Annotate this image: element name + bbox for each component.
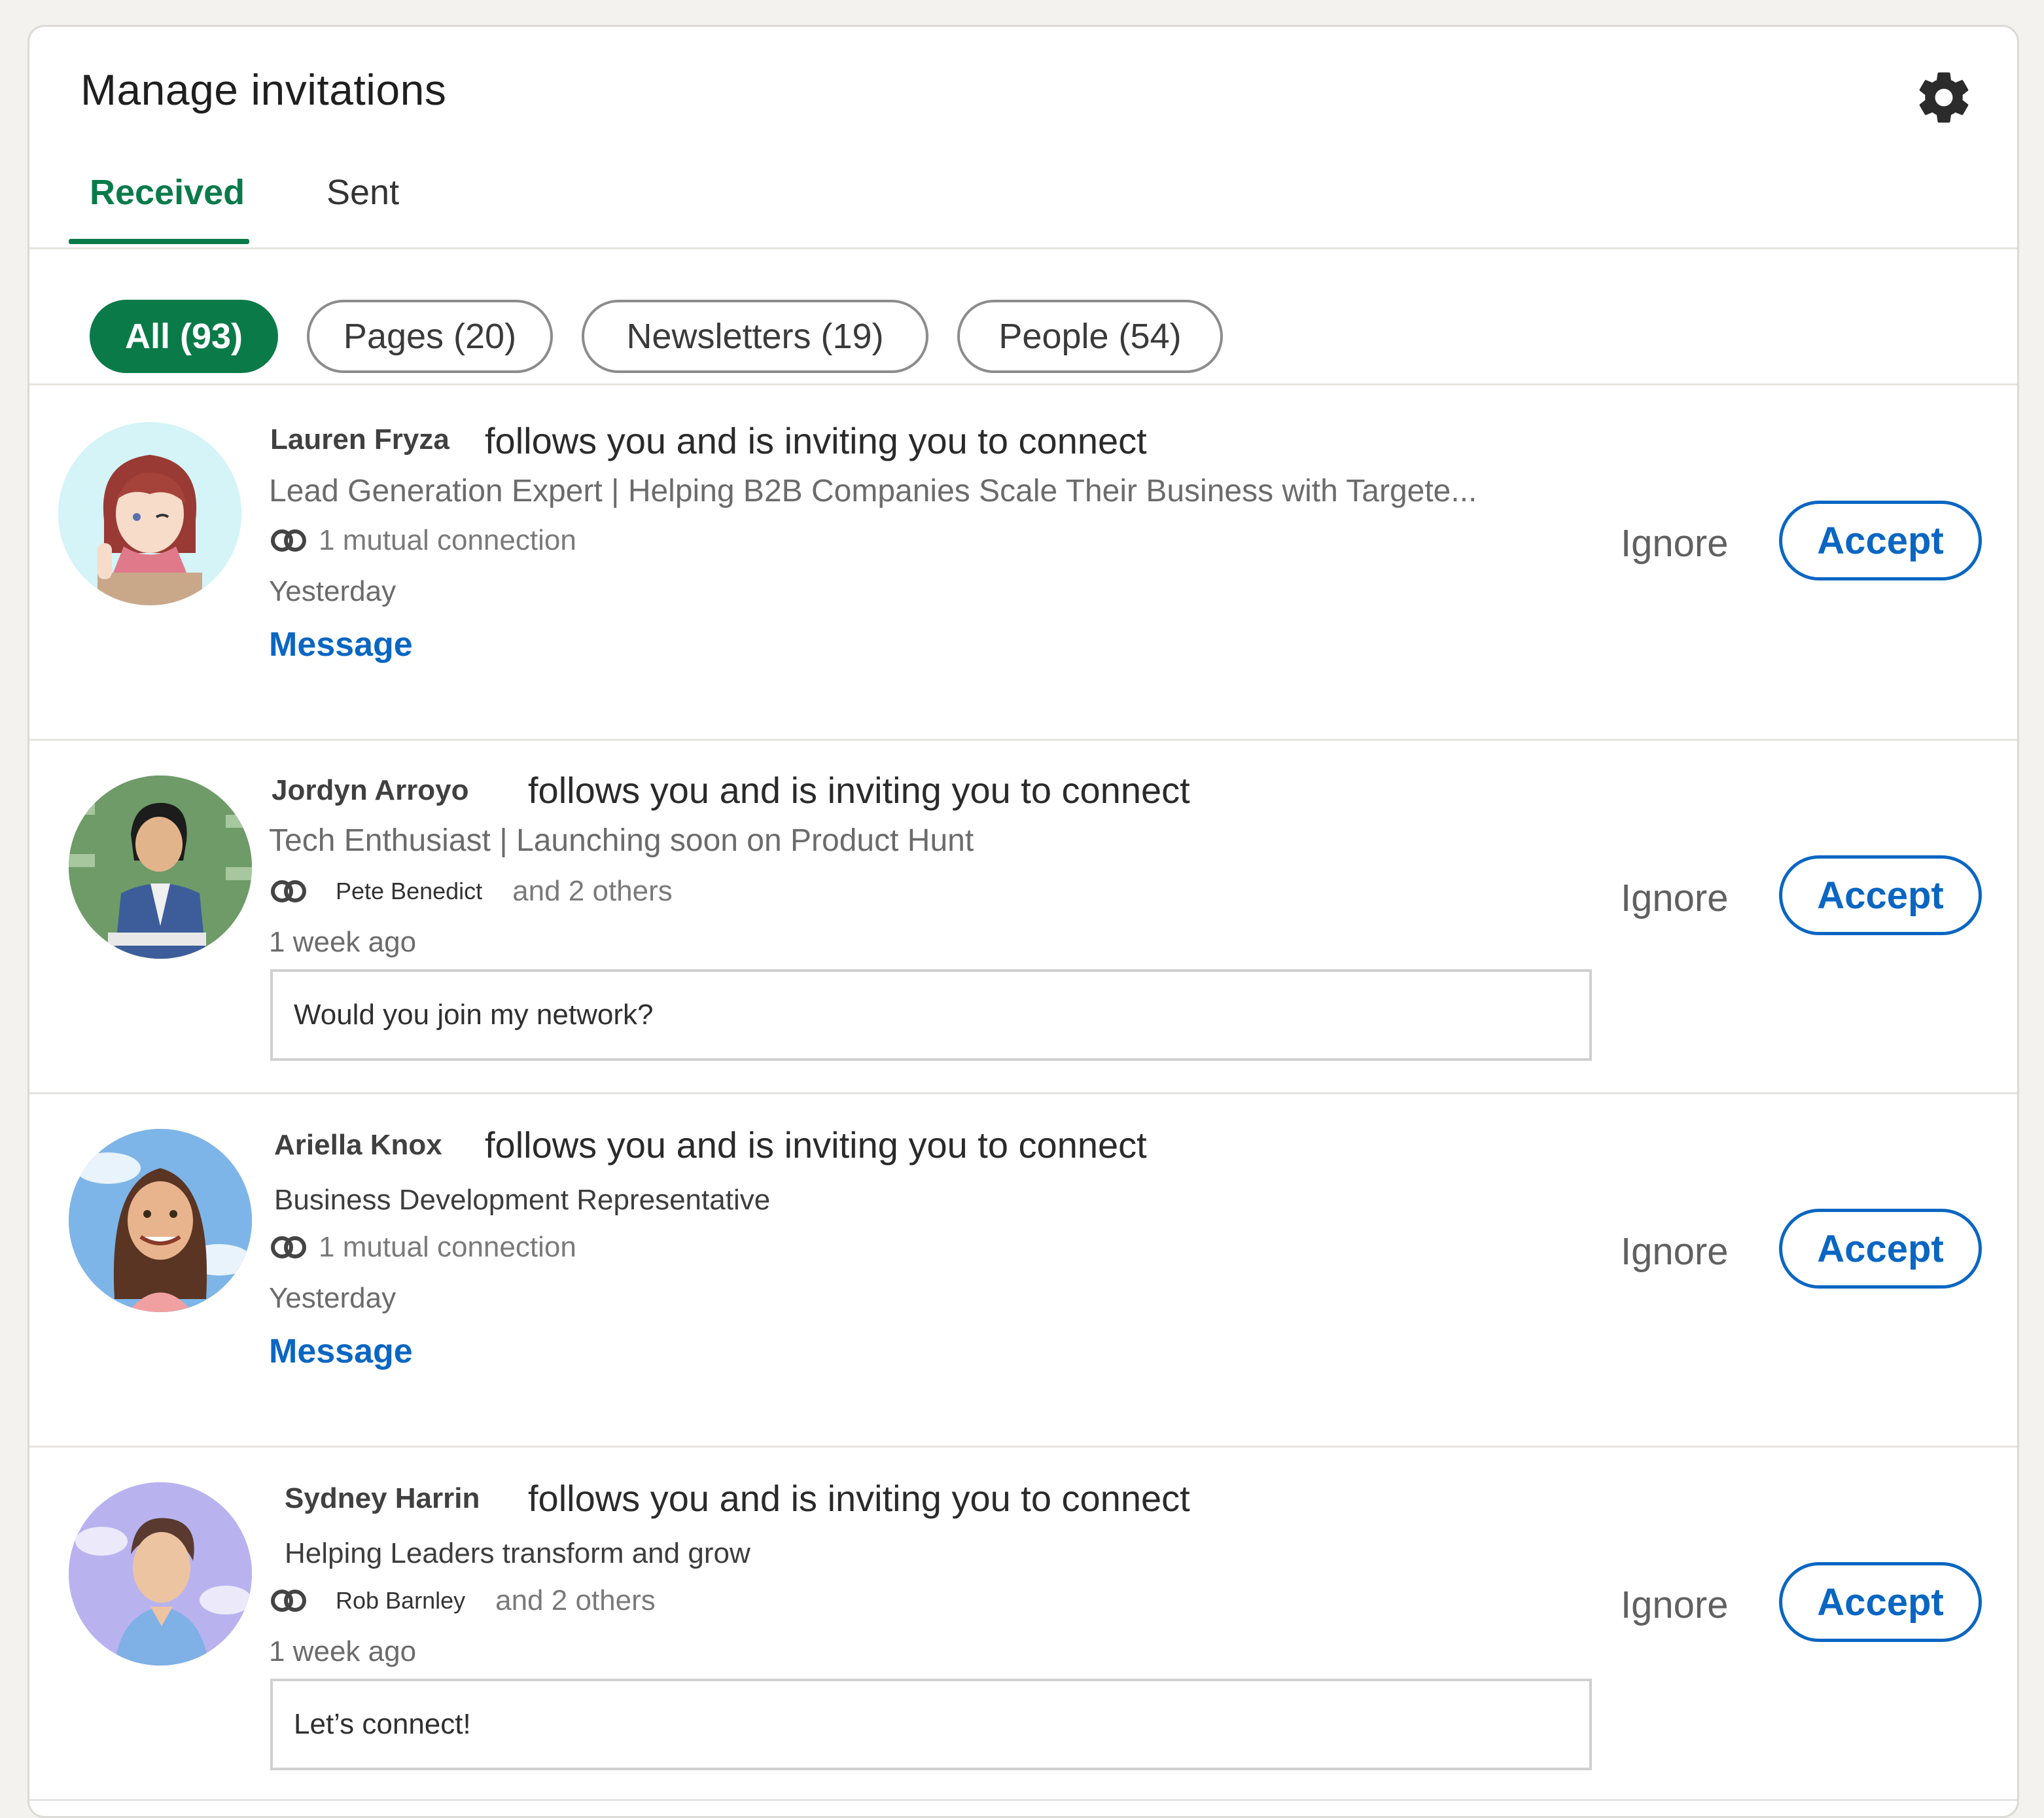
invitation-action-text: follows you and is inviting you to conne…: [528, 1478, 1190, 1519]
invitation-time: 1 week ago: [269, 1635, 417, 1667]
ignore-button[interactable]: Ignore: [1621, 876, 1728, 920]
accept-button[interactable]: Accept: [1779, 855, 1982, 935]
invitee-name[interactable]: Lauren Fryza: [270, 423, 449, 456]
invitations-card: Manage invitations Received Sent All (93…: [27, 25, 2019, 1818]
ignore-button[interactable]: Ignore: [1621, 1230, 1728, 1274]
invitee-headline: Lead Generation Expert | Helping B2B Com…: [269, 474, 1477, 508]
invitee-headline: Helping Leaders transform and grow: [285, 1537, 750, 1569]
invitee-name[interactable]: Ariella Knox: [274, 1129, 442, 1162]
mutual-connections-icon: [271, 1590, 306, 1612]
mutual-connections[interactable]: 1 mutual connection: [269, 524, 576, 557]
message-button[interactable]: Message: [269, 1332, 413, 1371]
invitation-action-text: follows you and is inviting you to conne…: [485, 420, 1147, 461]
invitations-header: Manage invitations Received Sent: [29, 27, 2017, 249]
invitation-action-text: follows you and is inviting you to conne…: [485, 1124, 1147, 1166]
avatar[interactable]: [69, 1482, 252, 1666]
avatar-illustration: [69, 1129, 252, 1312]
invitation-time: 1 week ago: [269, 926, 417, 958]
tab-received[interactable]: Received: [90, 172, 245, 213]
mutual-connections-text: 1 mutual connection: [319, 1231, 576, 1263]
accept-button[interactable]: Accept: [1779, 501, 1982, 580]
gear-icon[interactable]: [1914, 67, 1974, 128]
tab-sent[interactable]: Sent: [326, 172, 399, 213]
active-tab-indicator: [69, 239, 249, 244]
filter-all[interactable]: All (93): [90, 300, 278, 373]
filter-pages[interactable]: Pages (20): [307, 300, 553, 373]
mutual-connections-text: 1 mutual connection: [319, 524, 576, 556]
avatar-illustration: [69, 775, 252, 959]
invitation-row: Ariella Knox follows you and is inviting…: [29, 1092, 2017, 1448]
mutual-connections[interactable]: Pete Benedict and 2 others: [269, 875, 673, 908]
avatar[interactable]: [69, 775, 252, 959]
page-title: Manage invitations: [80, 65, 447, 114]
invitee-name[interactable]: Sydney Harrin: [285, 1482, 480, 1515]
invitation-time: Yesterday: [269, 1282, 396, 1314]
mutual-connections-icon: [271, 529, 306, 552]
filter-bar: All (93) Pages (20) Newsletters (19) Peo…: [29, 247, 2017, 385]
avatar[interactable]: [58, 422, 241, 605]
accept-button[interactable]: Accept: [1779, 1562, 1982, 1642]
filter-people[interactable]: People (54): [957, 300, 1223, 373]
mutual-connections-icon: [271, 880, 306, 902]
mutual-connections-text: and 2 others: [495, 1584, 656, 1616]
invitation-note: Let’s connect!: [270, 1679, 1592, 1770]
filter-newsletters[interactable]: Newsletters (19): [582, 300, 928, 373]
mutual-connection-name: Rob Barnley: [336, 1587, 466, 1614]
ignore-button[interactable]: Ignore: [1621, 1583, 1728, 1627]
invitation-note: Would you join my network?: [270, 969, 1592, 1061]
mutual-connection-name: Pete Benedict: [336, 878, 483, 904]
mutual-connections-icon: [271, 1236, 306, 1258]
avatar-illustration: [58, 422, 241, 605]
ignore-button[interactable]: Ignore: [1621, 522, 1728, 565]
invitee-name[interactable]: Jordyn Arroyo: [272, 774, 469, 807]
invitee-headline: Tech Enthusiast | Launching soon on Prod…: [269, 823, 974, 858]
mutual-connections[interactable]: Rob Barnley and 2 others: [269, 1584, 656, 1617]
avatar[interactable]: [69, 1129, 252, 1312]
message-button[interactable]: Message: [269, 625, 413, 664]
accept-button[interactable]: Accept: [1779, 1209, 1982, 1289]
invitation-row: Lauren Fryza follows you and is inviting…: [29, 385, 2017, 741]
invitation-time: Yesterday: [269, 575, 396, 607]
mutual-connections[interactable]: 1 mutual connection: [269, 1231, 576, 1264]
invitation-row: Jordyn Arroyo follows you and is invitin…: [29, 739, 2017, 1094]
mutual-connections-text: and 2 others: [512, 875, 673, 907]
invitee-headline: Business Development Representative: [274, 1184, 771, 1216]
invitation-action-text: follows you and is inviting you to conne…: [528, 770, 1190, 811]
invitation-row: Sydney Harrin follows you and is invitin…: [29, 1446, 2017, 1801]
avatar-illustration: [69, 1482, 252, 1666]
